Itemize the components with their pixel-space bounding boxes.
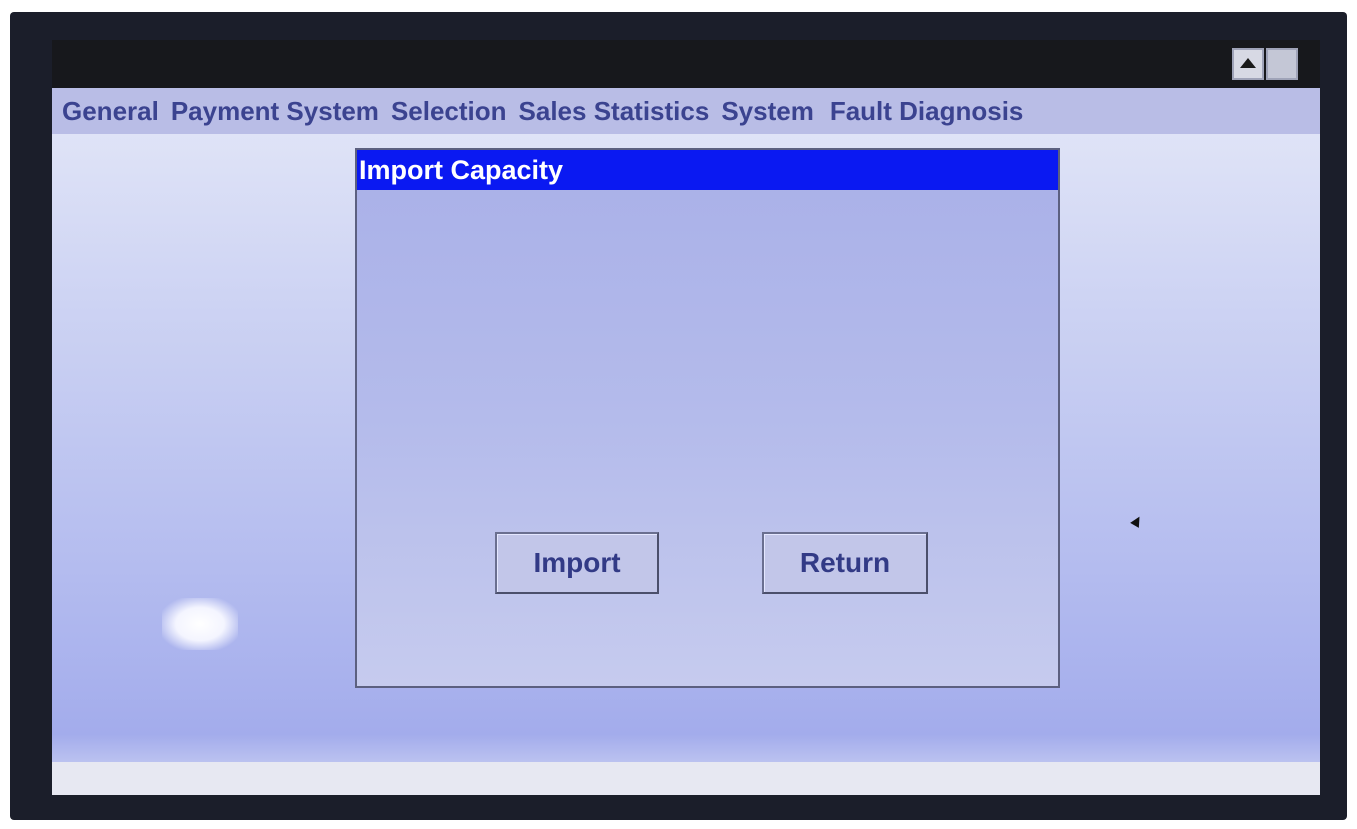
- return-button[interactable]: Return: [762, 532, 928, 594]
- menu-payment-system[interactable]: Payment System: [171, 96, 379, 127]
- window-titlebar: [52, 40, 1320, 88]
- dialog-title: Import Capacity: [357, 150, 1058, 190]
- menu-fault-diagnosis[interactable]: Fault Diagnosis: [830, 96, 1024, 127]
- import-button[interactable]: Import: [495, 532, 659, 594]
- menu-selection[interactable]: Selection: [391, 96, 507, 127]
- window-square-button[interactable]: [1266, 48, 1298, 80]
- menu-system[interactable]: System: [721, 96, 814, 127]
- import-capacity-dialog: Import Capacity Import Return: [355, 148, 1060, 688]
- screen-glare: [162, 598, 238, 650]
- screen: General Payment System Selection Sales S…: [52, 40, 1320, 795]
- triangle-up-icon: [1240, 58, 1256, 68]
- status-strip: [52, 762, 1320, 795]
- cursor-icon: [1130, 514, 1144, 528]
- menu-general[interactable]: General: [62, 96, 159, 127]
- menu-bar: General Payment System Selection Sales S…: [52, 88, 1320, 134]
- scroll-up-button[interactable]: [1232, 48, 1264, 80]
- menu-sales-statistics[interactable]: Sales Statistics: [519, 96, 710, 127]
